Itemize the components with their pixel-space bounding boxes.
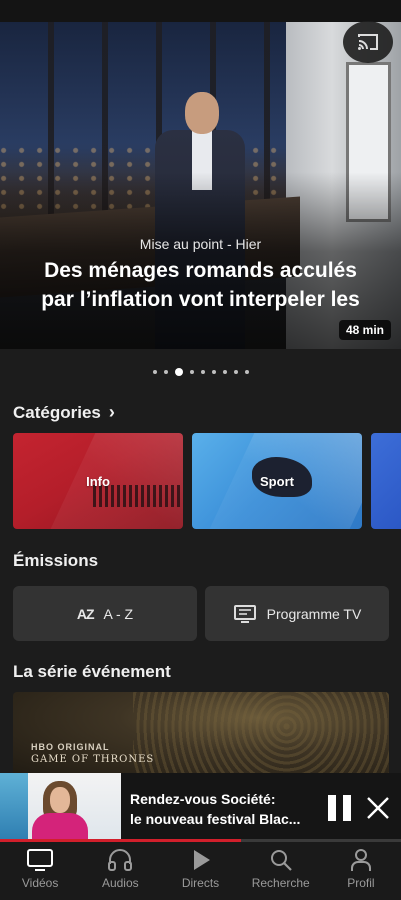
categories-heading[interactable]: Catégories › bbox=[13, 402, 115, 423]
categories-heading-label: Catégories bbox=[13, 403, 101, 422]
mini-player[interactable]: Rendez-vous Société: le nouveau festival… bbox=[0, 773, 401, 839]
close-icon bbox=[367, 797, 389, 819]
carousel-dot[interactable] bbox=[244, 370, 249, 374]
carousel-dot[interactable] bbox=[152, 370, 157, 374]
play-icon bbox=[193, 850, 210, 870]
category-card-next[interactable] bbox=[371, 433, 401, 529]
nav-label-videos: Vidéos bbox=[21, 876, 59, 890]
nav-item-audios[interactable]: Audios bbox=[80, 842, 160, 900]
nav-item-directs[interactable]: Directs bbox=[160, 842, 240, 900]
carousel-dot[interactable] bbox=[233, 370, 238, 374]
series-heading: La série événement bbox=[13, 662, 171, 681]
carousel-dot[interactable] bbox=[222, 370, 227, 374]
nav-item-videos[interactable]: Vidéos bbox=[0, 842, 80, 900]
category-card-sport[interactable]: Sport bbox=[192, 433, 362, 529]
duration-badge: 48 min bbox=[339, 320, 391, 340]
nav-label-directs: Directs bbox=[181, 876, 220, 890]
carousel-dot[interactable] bbox=[174, 368, 183, 376]
carousel-dot[interactable] bbox=[211, 370, 216, 374]
pause-icon bbox=[328, 795, 336, 821]
headphones-icon bbox=[108, 849, 133, 871]
carousel-indicator[interactable] bbox=[0, 367, 401, 377]
hbo-logo: HBO ORIGINAL bbox=[31, 742, 110, 752]
category-card-info[interactable]: Info bbox=[13, 433, 183, 529]
category-label-sport: Sport bbox=[260, 473, 294, 489]
bottom-navigation: Vidéos Audios Directs Recherche Profil bbox=[0, 842, 401, 900]
nav-item-profil[interactable]: Profil bbox=[321, 842, 401, 900]
mini-player-thumbnail bbox=[0, 773, 121, 839]
dragon-artwork bbox=[133, 692, 389, 778]
hero-subtitle: Mise au point - Hier bbox=[139, 236, 262, 252]
az-button-label: A - Z bbox=[103, 605, 134, 622]
az-button[interactable]: AZ A - Z bbox=[13, 586, 197, 641]
nav-label-audios: Audios bbox=[101, 876, 139, 890]
hero-title-line2: par l’inflation vont interpeler les bbox=[41, 288, 360, 311]
cast-icon bbox=[358, 34, 378, 50]
emissions-heading: Émissions bbox=[13, 551, 99, 570]
show-logo: GAME OF THRONES bbox=[31, 754, 155, 765]
tv-icon bbox=[27, 849, 54, 871]
tv-guide-icon bbox=[233, 604, 256, 623]
cast-button[interactable] bbox=[343, 21, 393, 63]
tv-guide-button[interactable]: Programme TV bbox=[205, 586, 389, 641]
close-button[interactable] bbox=[365, 795, 391, 821]
mini-player-title-line1: Rendez-vous Société: bbox=[130, 791, 276, 807]
hero-title[interactable]: Des ménages romands acculés par l’inflat… bbox=[20, 256, 381, 314]
series-card[interactable]: HBO ORIGINAL GAME OF THRONES bbox=[13, 692, 389, 778]
carousel-dot[interactable] bbox=[189, 370, 194, 374]
search-icon bbox=[270, 850, 292, 871]
category-label-info: Info bbox=[86, 473, 110, 489]
hero-title-line1: Des ménages romands acculés bbox=[44, 259, 357, 282]
tv-guide-label: Programme TV bbox=[266, 605, 362, 622]
chevron-right-icon: › bbox=[108, 402, 115, 422]
nav-item-recherche[interactable]: Recherche bbox=[241, 842, 321, 900]
nav-label-profil: Profil bbox=[347, 876, 375, 890]
mini-player-title-line2: le nouveau festival Blac... bbox=[130, 811, 301, 827]
pause-button[interactable] bbox=[328, 795, 352, 821]
carousel-dot[interactable] bbox=[163, 370, 168, 374]
az-sort-icon: AZ bbox=[76, 605, 95, 622]
nav-label-recherche: Recherche bbox=[251, 876, 310, 890]
status-bar bbox=[0, 0, 401, 22]
profile-icon bbox=[350, 849, 371, 871]
mini-player-title[interactable]: Rendez-vous Société: le nouveau festival… bbox=[130, 789, 322, 829]
carousel-dot[interactable] bbox=[200, 370, 205, 374]
